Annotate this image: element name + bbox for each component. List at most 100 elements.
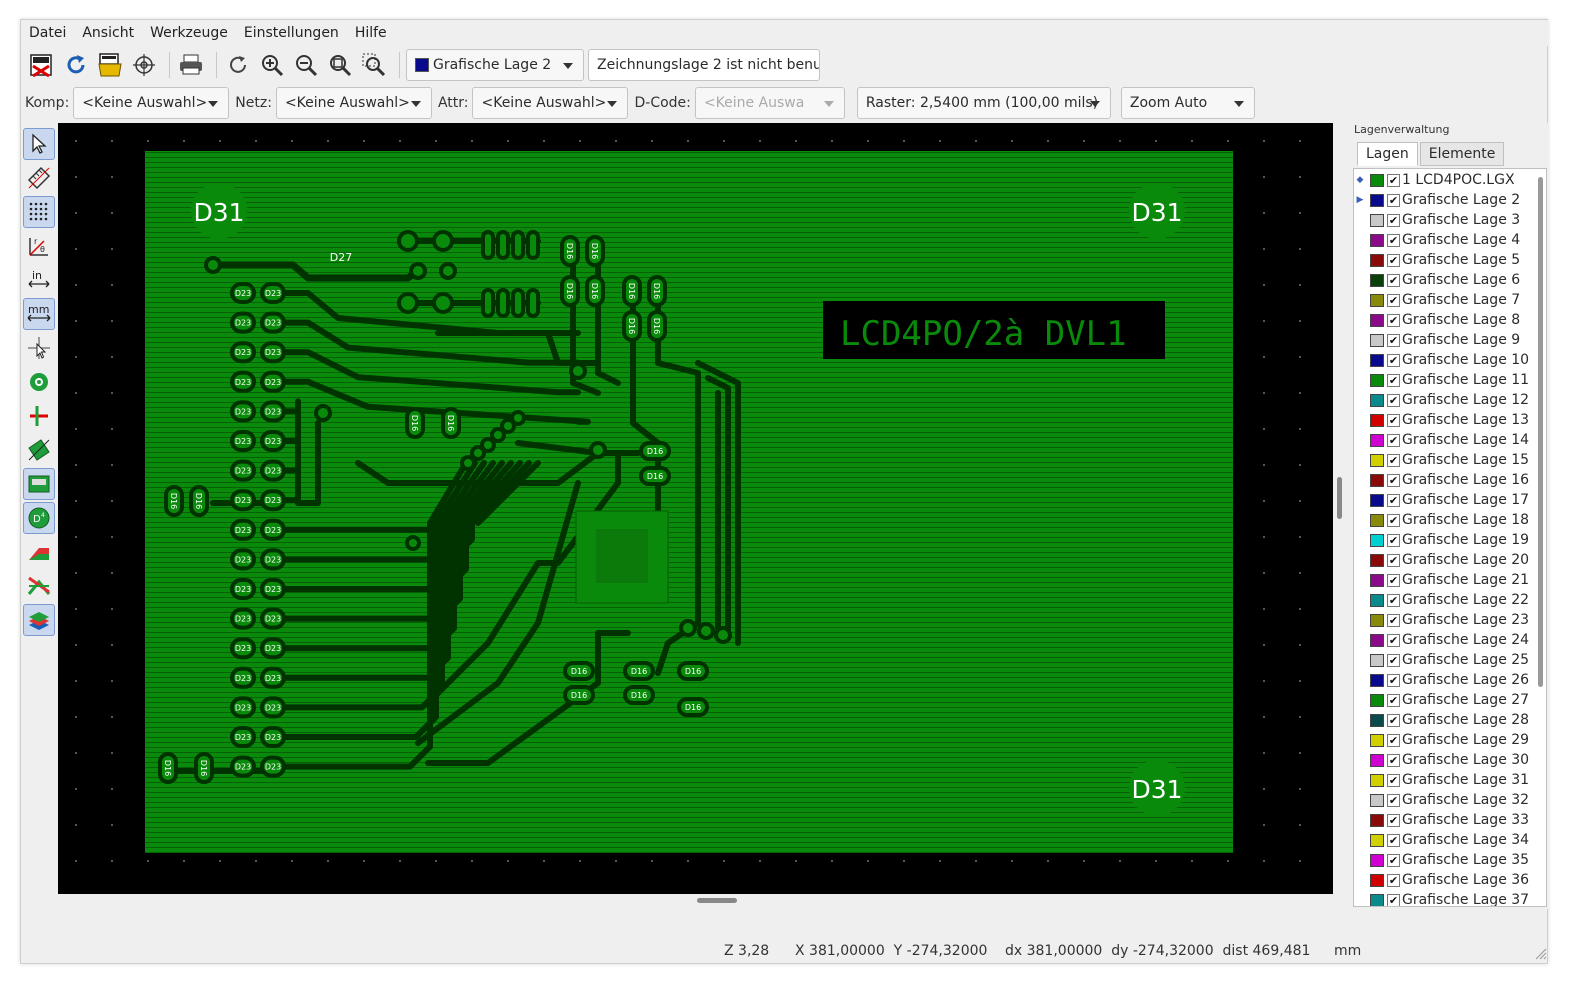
layer-visibility-checkbox[interactable]: ✔ bbox=[1387, 733, 1400, 747]
layer-row[interactable]: ✔ Grafische Lage 6 bbox=[1354, 270, 1534, 290]
layer-visibility-checkbox[interactable]: ✔ bbox=[1387, 553, 1400, 567]
zoom-select[interactable]: Zoom Auto bbox=[1120, 87, 1255, 119]
layer-color-swatch[interactable] bbox=[1370, 333, 1384, 347]
layer-row[interactable]: ✔ Grafische Lage 9 bbox=[1354, 330, 1534, 350]
layer-color-swatch[interactable] bbox=[1370, 753, 1384, 767]
layer-row[interactable]: ✔ Grafische Lage 28 bbox=[1354, 710, 1534, 730]
tab-lagen[interactable]: Lagen bbox=[1357, 142, 1418, 166]
layer-row[interactable]: ✔ Grafische Lage 5 bbox=[1354, 250, 1534, 270]
layer-row[interactable]: ✔ Grafische Lage 36 bbox=[1354, 870, 1534, 890]
layer-visibility-checkbox[interactable]: ✔ bbox=[1387, 473, 1400, 487]
layer-visibility-checkbox[interactable]: ✔ bbox=[1387, 233, 1400, 247]
layer-color-swatch[interactable] bbox=[1370, 433, 1384, 447]
layer-visibility-checkbox[interactable]: ✔ bbox=[1387, 173, 1400, 187]
layer-visibility-checkbox[interactable]: ✔ bbox=[1387, 793, 1400, 807]
layer-color-swatch[interactable] bbox=[1370, 633, 1384, 647]
menu-hilfe[interactable]: Hilfe bbox=[355, 25, 387, 41]
layer-row[interactable]: ✔ Grafische Lage 12 bbox=[1354, 390, 1534, 410]
layer-row[interactable]: ✔ Grafische Lage 27 bbox=[1354, 690, 1534, 710]
layer-visibility-checkbox[interactable]: ✔ bbox=[1387, 893, 1400, 906]
layers-manager-button[interactable] bbox=[23, 604, 55, 636]
layer-row[interactable]: ✔ Grafische Lage 20 bbox=[1354, 550, 1534, 570]
layer-row[interactable]: ✔ Grafische Lage 14 bbox=[1354, 430, 1534, 450]
layer-visibility-checkbox[interactable]: ✔ bbox=[1387, 693, 1400, 707]
layer-row[interactable]: ✔ Grafische Lage 19 bbox=[1354, 530, 1534, 550]
layer-color-swatch[interactable] bbox=[1370, 773, 1384, 787]
layer-message-field[interactable]: Zeichnungslage 2 ist nicht benutzt bbox=[588, 49, 820, 81]
transparency-button[interactable] bbox=[23, 570, 55, 602]
layer-color-swatch[interactable] bbox=[1370, 653, 1384, 667]
menu-werkzeuge[interactable]: Werkzeuge bbox=[150, 25, 228, 41]
layer-visibility-checkbox[interactable]: ✔ bbox=[1387, 213, 1400, 227]
layer-color-swatch[interactable] bbox=[1370, 673, 1384, 687]
layer-visibility-checkbox[interactable]: ✔ bbox=[1387, 353, 1400, 367]
layer-row[interactable]: ✔ Grafische Lage 4 bbox=[1354, 230, 1534, 250]
layer-visibility-checkbox[interactable]: ✔ bbox=[1387, 393, 1400, 407]
polygons-filled-button[interactable] bbox=[23, 434, 55, 466]
zoom-fit-button[interactable] bbox=[325, 50, 355, 80]
drawing-canvas[interactable]: D23 D23 D23 D23 D23 D23 D23 D23 D23 D23 D23 D23 D23 D… bbox=[58, 123, 1333, 894]
dcode-select[interactable]: <Keine Auswahl> bbox=[694, 87, 845, 119]
print-button[interactable] bbox=[176, 50, 206, 80]
layer-row[interactable]: ✔ Grafische Lage 26 bbox=[1354, 670, 1534, 690]
layer-row[interactable]: ◆ ✔ 1 LCD4POC.LGX bbox=[1354, 170, 1534, 190]
polar-coords-button[interactable]: rθ bbox=[23, 230, 55, 262]
layer-color-swatch[interactable] bbox=[1370, 253, 1384, 267]
layer-row[interactable]: ✔ Grafische Lage 32 bbox=[1354, 790, 1534, 810]
menu-ansicht[interactable]: Ansicht bbox=[82, 25, 134, 41]
layer-color-swatch[interactable] bbox=[1370, 893, 1384, 906]
layer-visibility-checkbox[interactable]: ✔ bbox=[1387, 593, 1400, 607]
layer-color-swatch[interactable] bbox=[1370, 273, 1384, 287]
layer-color-swatch[interactable] bbox=[1370, 573, 1384, 587]
layer-visibility-checkbox[interactable]: ✔ bbox=[1387, 313, 1400, 327]
target-button[interactable] bbox=[129, 50, 159, 80]
layer-color-swatch[interactable] bbox=[1370, 833, 1384, 847]
layer-visibility-checkbox[interactable]: ✔ bbox=[1387, 873, 1400, 887]
layer-color-swatch[interactable] bbox=[1370, 813, 1384, 827]
layer-visibility-checkbox[interactable]: ✔ bbox=[1387, 433, 1400, 447]
layer-list-scrollbar[interactable] bbox=[1538, 177, 1543, 687]
resize-grip-icon[interactable] bbox=[1535, 948, 1547, 960]
layer-row[interactable]: ✔ Grafische Lage 3 bbox=[1354, 210, 1534, 230]
layer-row[interactable]: ✔ Grafische Lage 33 bbox=[1354, 810, 1534, 830]
layer-visibility-checkbox[interactable]: ✔ bbox=[1387, 193, 1400, 207]
layer-color-swatch[interactable] bbox=[1370, 233, 1384, 247]
layer-color-swatch[interactable] bbox=[1370, 213, 1384, 227]
komp-select[interactable]: <Keine Auswahl> bbox=[73, 87, 230, 119]
grid-select[interactable]: Raster: 2,5400 mm (100,00 mils) bbox=[856, 87, 1111, 119]
layer-row[interactable]: ✔ Grafische Lage 11 bbox=[1354, 370, 1534, 390]
open-files-button[interactable] bbox=[95, 50, 125, 80]
layer-color-swatch[interactable] bbox=[1370, 473, 1384, 487]
reload-button[interactable] bbox=[61, 50, 91, 80]
layer-color-swatch[interactable] bbox=[1370, 553, 1384, 567]
layer-row[interactable]: ✔ Grafische Lage 25 bbox=[1354, 650, 1534, 670]
canvas-horizontal-scrollbar[interactable] bbox=[58, 894, 1333, 906]
layer-color-swatch[interactable] bbox=[1370, 373, 1384, 387]
layer-visibility-checkbox[interactable]: ✔ bbox=[1387, 833, 1400, 847]
layer-visibility-checkbox[interactable]: ✔ bbox=[1387, 413, 1400, 427]
inch-units-button[interactable]: in bbox=[23, 264, 55, 296]
layer-visibility-checkbox[interactable]: ✔ bbox=[1387, 513, 1400, 527]
layer-row[interactable]: ✔ Grafische Lage 30 bbox=[1354, 750, 1534, 770]
active-layer-select[interactable]: Grafische Lage 2 bbox=[406, 49, 584, 81]
layer-row[interactable]: ✔ Grafische Lage 10 bbox=[1354, 350, 1534, 370]
tab-elemente[interactable]: Elemente bbox=[1419, 142, 1505, 166]
menu-datei[interactable]: Datei bbox=[29, 25, 66, 41]
layer-row[interactable]: ✔ Grafische Lage 8 bbox=[1354, 310, 1534, 330]
layer-row[interactable]: ✔ Grafische Lage 37 bbox=[1354, 890, 1534, 906]
layer-color-swatch[interactable] bbox=[1370, 713, 1384, 727]
layer-row[interactable]: ✔ Grafische Lage 17 bbox=[1354, 490, 1534, 510]
layer-color-swatch[interactable] bbox=[1370, 793, 1384, 807]
layer-row[interactable]: ✔ Grafische Lage 15 bbox=[1354, 450, 1534, 470]
layer-color-swatch[interactable] bbox=[1370, 853, 1384, 867]
layer-color-swatch[interactable] bbox=[1370, 593, 1384, 607]
grid-toggle-button[interactable] bbox=[23, 196, 55, 228]
netz-select[interactable]: <Keine Auswahl> bbox=[275, 87, 432, 119]
layer-row[interactable]: ✔ Grafische Lage 31 bbox=[1354, 770, 1534, 790]
layer-color-swatch[interactable] bbox=[1370, 733, 1384, 747]
layer-color-swatch[interactable] bbox=[1370, 313, 1384, 327]
layer-color-swatch[interactable] bbox=[1370, 293, 1384, 307]
clear-board-button[interactable] bbox=[27, 50, 57, 80]
layer-visibility-checkbox[interactable]: ✔ bbox=[1387, 253, 1400, 267]
layer-row[interactable]: ✔ Grafische Lage 24 bbox=[1354, 630, 1534, 650]
